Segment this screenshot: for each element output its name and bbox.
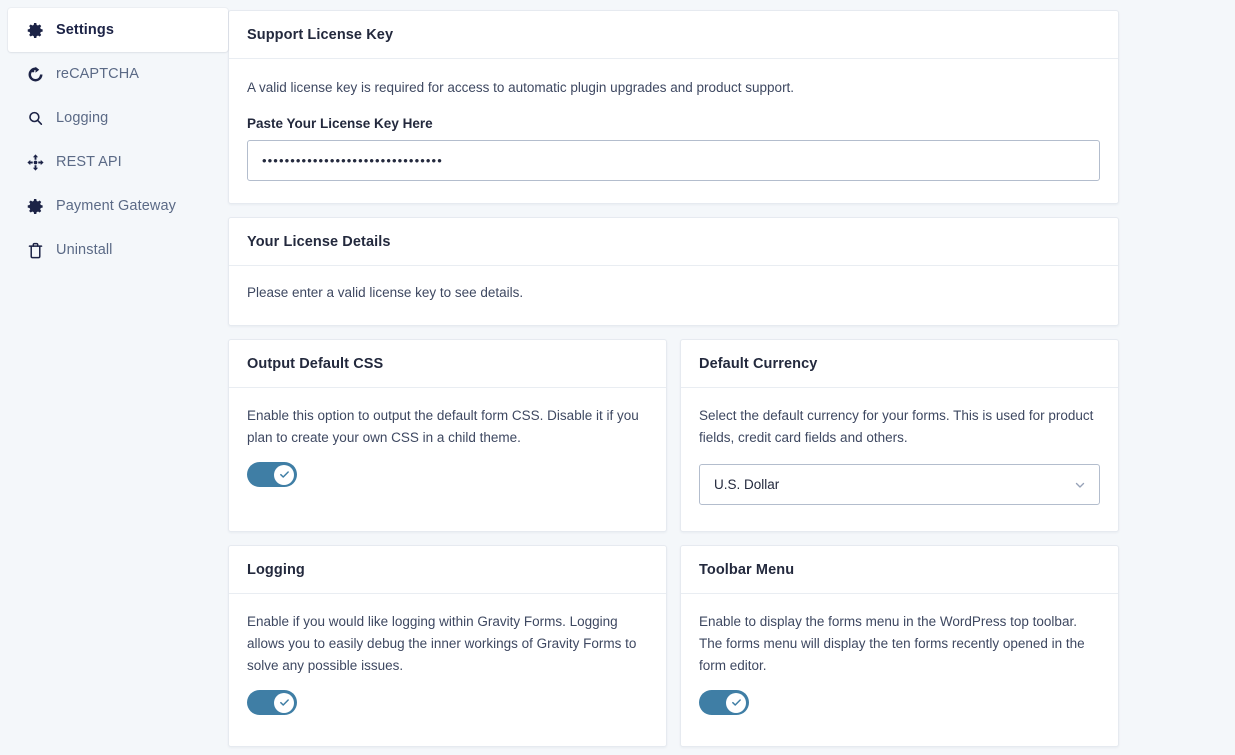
card-header: Toolbar Menu bbox=[681, 546, 1118, 594]
card-body: Please enter a valid license key to see … bbox=[229, 266, 1118, 325]
sidebar-item-label: Settings bbox=[56, 22, 114, 38]
output-default-css-description: Enable this option to output the default… bbox=[247, 408, 639, 445]
card-body: Enable if you would like logging within … bbox=[229, 594, 666, 746]
gear-icon bbox=[26, 21, 52, 40]
toggle-knob bbox=[726, 692, 746, 713]
license-details-description: Please enter a valid license key to see … bbox=[247, 285, 524, 300]
sidebar-item-label: reCAPTCHA bbox=[56, 66, 140, 82]
license-key-field-label: Paste Your License Key Here bbox=[247, 116, 433, 131]
card-body: Select the default currency for your for… bbox=[681, 388, 1118, 531]
card-header: Output Default CSS bbox=[229, 340, 666, 388]
output-default-css-toggle[interactable] bbox=[247, 462, 297, 487]
card-body: A valid license key is required for acce… bbox=[229, 59, 1118, 203]
card-header: Support License Key bbox=[229, 11, 1118, 59]
card-body: Enable to display the forms menu in the … bbox=[681, 594, 1118, 746]
toolbar-menu-toggle[interactable] bbox=[699, 690, 749, 715]
recaptcha-icon bbox=[26, 65, 52, 84]
sidebar-item-label: REST API bbox=[56, 154, 122, 170]
logging-description: Enable if you would like logging within … bbox=[247, 614, 637, 673]
license-key-input[interactable] bbox=[247, 140, 1100, 181]
card-license-details: Your License Details Please enter a vali… bbox=[228, 217, 1119, 326]
card-title: Toolbar Menu bbox=[699, 562, 795, 578]
default-currency-selected-value: U.S. Dollar bbox=[714, 477, 780, 492]
card-logging: Logging Enable if you would like logging… bbox=[228, 545, 667, 747]
card-title: Default Currency bbox=[699, 356, 818, 372]
sidebar-item-logging[interactable]: Logging bbox=[8, 96, 228, 140]
settings-row-2: Logging Enable if you would like logging… bbox=[228, 545, 1119, 755]
card-title: Your License Details bbox=[247, 234, 391, 250]
toolbar-menu-description: Enable to display the forms menu in the … bbox=[699, 614, 1085, 673]
default-currency-description: Select the default currency for your for… bbox=[699, 408, 1094, 445]
gear-icon bbox=[26, 197, 52, 216]
card-title: Logging bbox=[247, 562, 305, 578]
card-default-currency: Default Currency Select the default curr… bbox=[680, 339, 1119, 532]
sidebar-item-recaptcha[interactable]: reCAPTCHA bbox=[8, 52, 228, 96]
sidebar-nav: Settings reCAPTCHA Logging REST API Paym… bbox=[0, 0, 228, 755]
sidebar-item-label: Logging bbox=[56, 110, 109, 126]
sidebar-item-rest-api[interactable]: REST API bbox=[8, 140, 228, 184]
sidebar-item-payment-gateway[interactable]: Payment Gateway bbox=[8, 184, 228, 228]
toggle-knob bbox=[274, 692, 294, 713]
settings-page: Settings reCAPTCHA Logging REST API Paym… bbox=[0, 0, 1235, 755]
toggle-knob bbox=[274, 464, 294, 485]
sidebar-item-label: Payment Gateway bbox=[56, 198, 176, 214]
card-title: Support License Key bbox=[247, 27, 394, 43]
settings-row-1: Output Default CSS Enable this option to… bbox=[228, 339, 1119, 545]
card-toolbar-menu: Toolbar Menu Enable to display the forms… bbox=[680, 545, 1119, 747]
sidebar-item-uninstall[interactable]: Uninstall bbox=[8, 228, 228, 272]
default-currency-select[interactable]: U.S. Dollar bbox=[699, 464, 1100, 505]
logging-toggle[interactable] bbox=[247, 690, 297, 715]
card-body: Enable this option to output the default… bbox=[229, 388, 666, 518]
card-header: Logging bbox=[229, 546, 666, 594]
card-title: Output Default CSS bbox=[247, 356, 384, 372]
sidebar-item-label: Uninstall bbox=[56, 242, 113, 258]
settings-content: Support License Key A valid license key … bbox=[228, 0, 1235, 755]
card-header: Default Currency bbox=[681, 340, 1118, 388]
license-key-description: A valid license key is required for acce… bbox=[247, 80, 795, 95]
trash-icon bbox=[26, 241, 52, 260]
search-icon bbox=[26, 109, 52, 128]
move-icon bbox=[26, 153, 52, 172]
card-support-license-key: Support License Key A valid license key … bbox=[228, 10, 1119, 204]
default-currency-select-wrapper: U.S. Dollar bbox=[699, 464, 1100, 505]
card-output-default-css: Output Default CSS Enable this option to… bbox=[228, 339, 667, 532]
card-header: Your License Details bbox=[229, 218, 1118, 266]
sidebar-item-settings[interactable]: Settings bbox=[8, 8, 228, 52]
